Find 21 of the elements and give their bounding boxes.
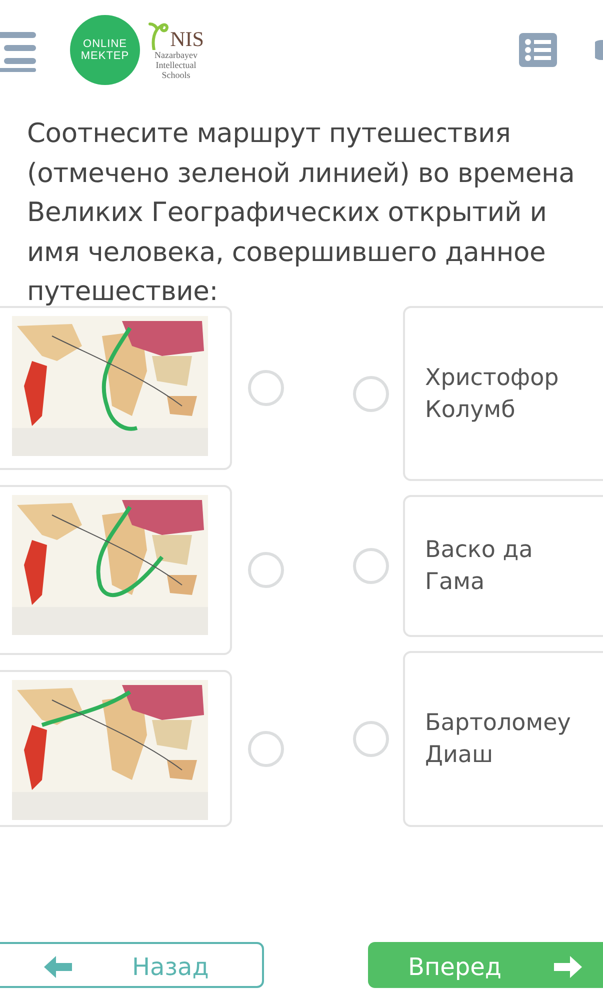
logo-text: MEKTEP [80,50,130,62]
answer-card[interactable]: Христофор Колумб [403,306,603,481]
logo-text: ONLINE [83,38,127,50]
school-name: Nazarbayev Intellectual Schools [154,50,198,80]
answer-card[interactable]: Бартоломеу Диаш [403,651,603,827]
answer-text: Христофор Колумб [425,364,560,424]
radio-button[interactable] [353,376,389,412]
radio-button[interactable] [248,730,284,766]
radio-button[interactable] [248,370,284,406]
radio-button[interactable] [353,721,389,757]
arrow-left-icon [44,956,72,978]
answer-text: Бартоломеу Диаш [425,709,572,770]
question-text: Соотнесите маршрут путешествия (отмечено зеленой линией) во времена Великих Географических открытий и имя человека, совершившего данное путешествие: [26,117,576,306]
radio-button[interactable] [248,552,284,588]
arrow-right-icon [554,956,582,978]
sprout-icon [148,20,170,50]
school-mark: NIS [170,28,204,50]
radio-button[interactable] [353,548,389,584]
list-icon[interactable] [519,33,557,67]
answer-text: Васко да Гама [425,536,534,597]
answer-card[interactable]: Васко да Гама [403,495,603,637]
